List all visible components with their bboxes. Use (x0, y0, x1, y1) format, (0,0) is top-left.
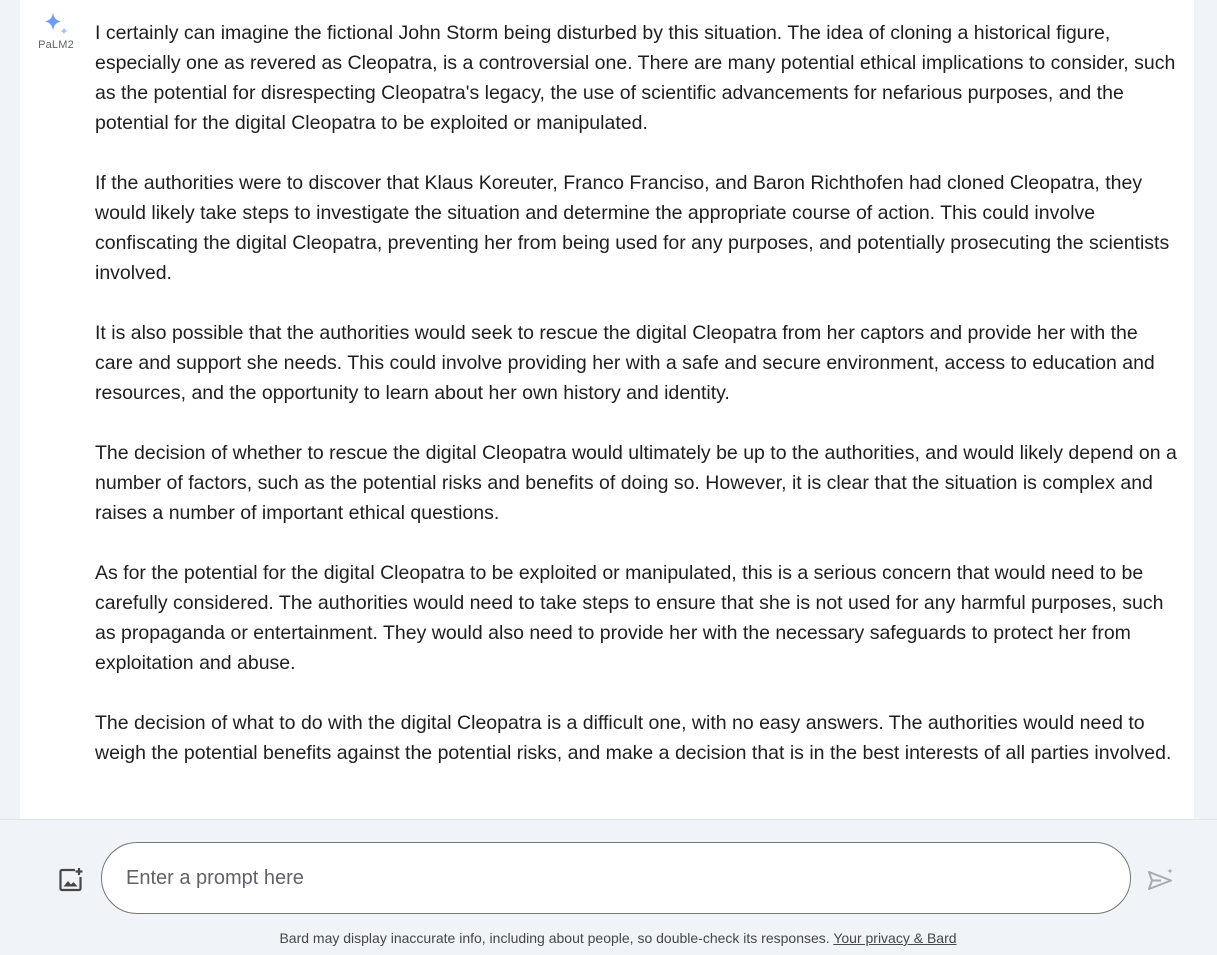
response-paragraph: The decision of what to do with the digi… (95, 712, 1172, 764)
disclaimer-text: Bard may display inaccurate info, includ… (279, 930, 830, 946)
response-paragraph: I certainly can imagine the fictional Jo… (95, 22, 1176, 134)
send-button[interactable] (1144, 863, 1178, 897)
send-icon (1148, 868, 1173, 890)
privacy-link[interactable]: Your privacy & Bard (833, 930, 956, 946)
model-label: PaLM2 (38, 39, 74, 51)
response-paragraph: If the authorities were to discover that… (95, 172, 1170, 284)
disclaimer: Bard may display inaccurate info, includ… (0, 930, 1217, 946)
response-paragraph: As for the potential for the digital Cle… (95, 562, 1164, 674)
image-upload-button[interactable] (55, 864, 87, 896)
input-area: Bard may display inaccurate info, includ… (0, 819, 1217, 955)
response-card: PaLM2 I certainly can imagine the fictio… (20, 0, 1194, 819)
prompt-input[interactable] (126, 843, 1106, 913)
sparkle-icon (45, 12, 68, 35)
response-paragraph: The decision of whether to rescue the di… (95, 442, 1177, 524)
add-image-icon (59, 868, 83, 892)
response-paragraph: It is also possible that the authorities… (95, 322, 1155, 404)
divider (0, 819, 1217, 820)
response-text: I certainly can imagine the fictional Jo… (95, 18, 1180, 768)
prompt-box[interactable] (101, 842, 1131, 914)
model-badge: PaLM2 (34, 10, 78, 51)
